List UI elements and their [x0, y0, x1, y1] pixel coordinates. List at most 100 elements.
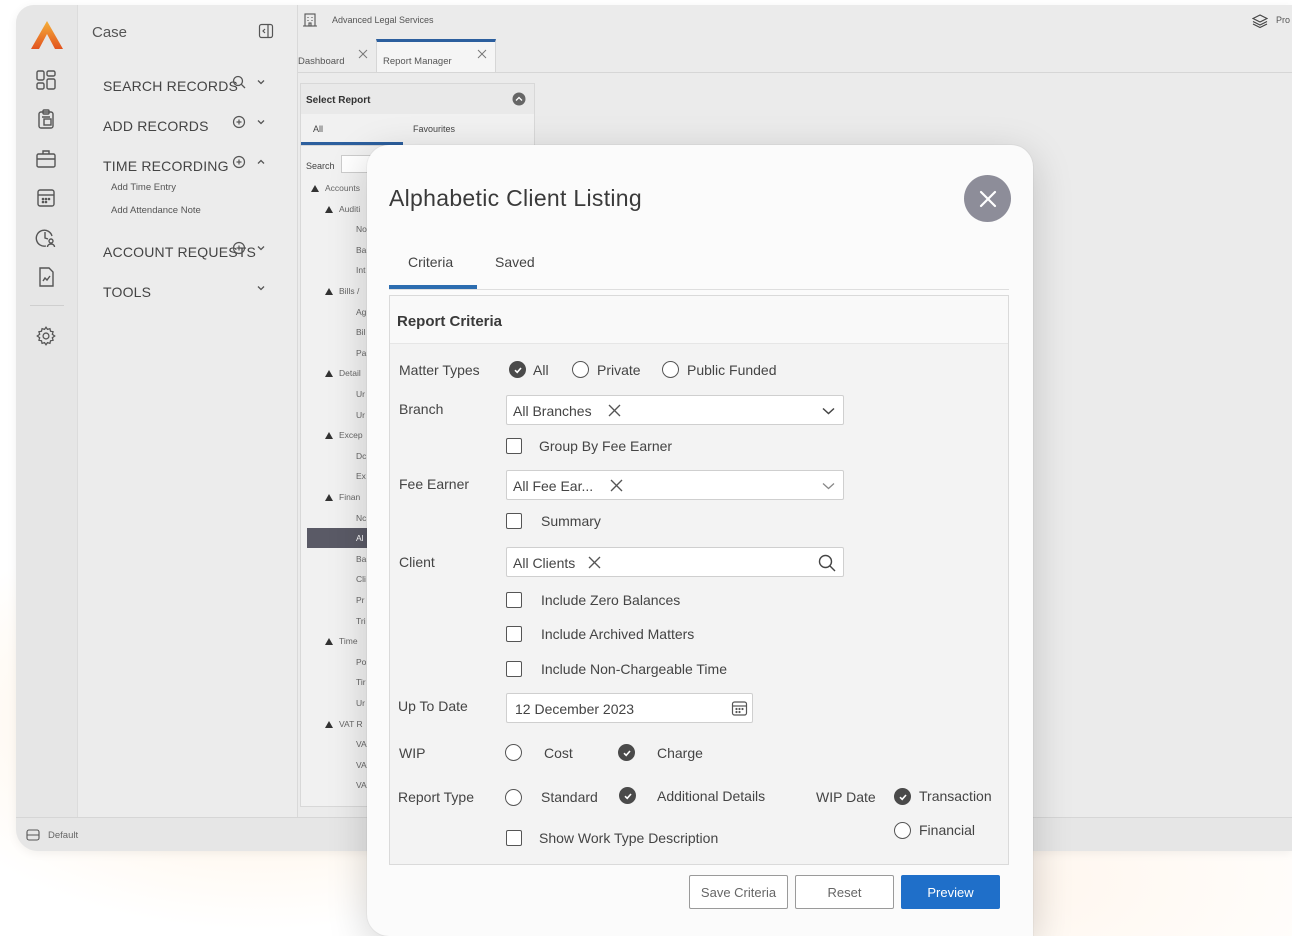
- tab-favourites[interactable]: Favourites: [413, 124, 455, 134]
- fee-earner-select[interactable]: All Fee Ear...: [506, 470, 844, 500]
- tree-item[interactable]: Accounts: [311, 178, 360, 198]
- tree-item[interactable]: No: [356, 219, 367, 239]
- clipboard-icon[interactable]: [33, 106, 59, 132]
- clear-icon[interactable]: [607, 403, 622, 418]
- expand-triangle-icon[interactable]: [325, 494, 333, 501]
- sidebar-item-add-records[interactable]: ADD RECORDS: [103, 114, 273, 134]
- tree-item[interactable]: Pa: [356, 343, 366, 363]
- tree-item[interactable]: Nc: [356, 508, 366, 528]
- tree-item[interactable]: Bil: [356, 322, 365, 342]
- tree-item[interactable]: Ba: [356, 240, 366, 260]
- reset-button[interactable]: Reset: [795, 875, 894, 909]
- client-select[interactable]: All Clients: [506, 547, 844, 577]
- search-icon[interactable]: [231, 74, 247, 90]
- expand-triangle-icon[interactable]: [325, 205, 333, 213]
- collapse-panel-icon[interactable]: [512, 92, 526, 106]
- tree-item[interactable]: Ag: [356, 302, 366, 322]
- calendar-icon[interactable]: [731, 700, 748, 717]
- clear-icon[interactable]: [609, 478, 624, 493]
- matter-type-private-radio[interactable]: [572, 361, 589, 378]
- dashboard-icon[interactable]: [33, 67, 59, 93]
- report-type-additional-details-radio[interactable]: [619, 787, 636, 804]
- sidebar-subitem-add-time-entry[interactable]: Add Time Entry: [111, 182, 176, 193]
- chevron-down-icon[interactable]: [255, 116, 267, 128]
- expand-triangle-icon[interactable]: [325, 720, 333, 728]
- chevron-down-icon[interactable]: [255, 282, 267, 294]
- sidebar-item-tools[interactable]: TOOLS: [103, 280, 273, 300]
- tree-item[interactable]: Dc: [356, 446, 366, 466]
- tree-item[interactable]: VA: [356, 755, 367, 775]
- tree-item[interactable]: Ba: [356, 549, 366, 569]
- expand-triangle-icon[interactable]: [311, 185, 319, 192]
- close-dialog-button[interactable]: [964, 175, 1011, 222]
- tab-criteria[interactable]: Criteria: [408, 254, 453, 270]
- matter-type-all-radio[interactable]: [509, 361, 526, 378]
- chevron-down-icon[interactable]: [255, 76, 267, 88]
- preview-button[interactable]: Preview: [901, 875, 1000, 909]
- tree-item[interactable]: Auditi: [325, 199, 360, 219]
- tree-item[interactable]: Int: [356, 260, 365, 280]
- tree-item[interactable]: Tri: [356, 611, 366, 631]
- profile-label[interactable]: Pro: [1276, 15, 1290, 25]
- wip-date-transaction-radio[interactable]: [894, 788, 911, 805]
- plus-circle-icon[interactable]: [231, 240, 247, 256]
- expand-triangle-icon[interactable]: [325, 638, 333, 646]
- wip-cost-radio[interactable]: [505, 744, 522, 761]
- report-type-standard-radio[interactable]: [505, 789, 522, 806]
- expand-triangle-icon[interactable]: [325, 370, 333, 378]
- include-non-chargeable-time-checkbox[interactable]: [506, 661, 522, 677]
- app-logo-icon[interactable]: [30, 20, 64, 50]
- close-icon[interactable]: [477, 49, 487, 59]
- tree-item[interactable]: Time: [325, 631, 358, 651]
- plus-circle-icon[interactable]: [231, 154, 247, 170]
- tree-item[interactable]: Excep: [325, 425, 363, 445]
- tree-item[interactable]: Ex: [356, 466, 366, 486]
- include-zero-balances-checkbox[interactable]: [506, 592, 522, 608]
- wip-date-financial-radio[interactable]: [894, 822, 911, 839]
- layers-icon[interactable]: [1252, 13, 1268, 29]
- tree-item[interactable]: Ur: [356, 693, 365, 713]
- sidebar-subitem-add-attendance-note[interactable]: Add Attendance Note: [111, 205, 201, 216]
- gear-icon[interactable]: [33, 323, 59, 349]
- briefcase-icon[interactable]: [33, 146, 59, 172]
- tree-item[interactable]: VA: [356, 775, 367, 795]
- matter-type-public-funded-radio[interactable]: [662, 361, 679, 378]
- sidebar-item-search-records[interactable]: SEARCH RECORDS: [103, 74, 273, 94]
- chevron-down-icon[interactable]: [821, 480, 836, 492]
- calendar-icon[interactable]: [33, 185, 59, 211]
- tab-saved[interactable]: Saved: [495, 254, 535, 270]
- tree-item[interactable]: Tir: [356, 672, 366, 692]
- expand-triangle-icon[interactable]: [325, 432, 333, 440]
- tree-item[interactable]: Pr: [356, 590, 365, 610]
- tree-item[interactable]: Detail: [325, 363, 361, 383]
- tree-item[interactable]: VA: [356, 734, 367, 754]
- tree-item[interactable]: Po: [356, 652, 366, 672]
- tree-item[interactable]: VAT R: [325, 714, 363, 734]
- tree-item[interactable]: Bills /: [325, 281, 359, 301]
- show-work-type-description-checkbox[interactable]: [506, 830, 522, 846]
- tree-item[interactable]: Cli: [356, 569, 366, 589]
- chevron-down-icon[interactable]: [821, 405, 836, 417]
- expand-triangle-icon[interactable]: [325, 288, 333, 295]
- wip-charge-radio[interactable]: [618, 744, 635, 761]
- search-icon[interactable]: [817, 553, 837, 573]
- include-archived-matters-checkbox[interactable]: [506, 626, 522, 642]
- plus-circle-icon[interactable]: [231, 114, 247, 130]
- tree-item[interactable]: Ur: [356, 405, 365, 425]
- chevron-down-icon[interactable]: [255, 242, 267, 254]
- tab-report-manager[interactable]: Report Manager: [376, 39, 496, 73]
- close-icon[interactable]: [358, 49, 368, 59]
- tab-dashboard[interactable]: Dashboard: [298, 39, 374, 73]
- time-user-icon[interactable]: [33, 225, 59, 251]
- tree-item[interactable]: Ur: [356, 384, 365, 404]
- sidebar-item-time-recording[interactable]: TIME RECORDING: [103, 154, 273, 174]
- report-chart-icon[interactable]: [33, 264, 59, 290]
- save-criteria-button[interactable]: Save Criteria: [689, 875, 788, 909]
- tab-all[interactable]: All: [313, 124, 323, 134]
- summary-checkbox[interactable]: [506, 513, 522, 529]
- collapse-sidebar-icon[interactable]: [258, 23, 274, 39]
- chevron-up-icon[interactable]: [255, 156, 267, 168]
- sidebar-item-account-requests[interactable]: ACCOUNT REQUESTS: [103, 240, 273, 260]
- tree-item[interactable]: Finan: [325, 487, 360, 507]
- group-by-fee-earner-checkbox[interactable]: [506, 438, 522, 454]
